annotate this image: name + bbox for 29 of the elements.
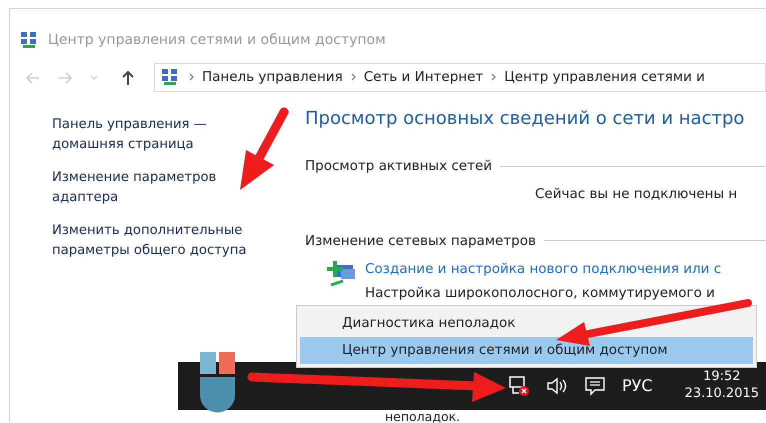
task-link[interactable]: Создание и настройка нового подключения или с: [365, 258, 722, 279]
language-indicator[interactable]: РУС: [622, 374, 653, 398]
breadcrumb[interactable]: Центр управления сетями и: [504, 66, 705, 88]
chevron-icon: [491, 73, 496, 81]
status-text: Сейчас вы не подключены н: [534, 185, 738, 204]
speaker-icon[interactable]: [546, 376, 568, 396]
chevron-icon: [189, 73, 194, 81]
sidebar-link[interactable]: Панель управления — домашняя страница: [52, 115, 272, 156]
page-heading: Просмотр основных сведений о сети и настро: [305, 107, 746, 131]
notification-icon[interactable]: [584, 376, 606, 396]
breadcrumb[interactable]: Сеть и Интернет: [364, 66, 484, 88]
chevron-icon: [350, 73, 356, 81]
window-title: Центр управления сетями и общим доступом: [48, 30, 386, 50]
section-title: Изменение сетевых параметров: [305, 232, 536, 250]
network-add-icon: [325, 258, 357, 289]
sidebar-link[interactable]: Изменить дополнительные параметры общего доступа: [52, 220, 272, 262]
address-bar[interactable]: Панель управления Сеть и Интернет Центр управления сетями и: [154, 62, 766, 92]
sidebar-link[interactable]: Изменение параметров адаптера: [52, 168, 272, 209]
menu-item[interactable]: Диагностика неполадок: [300, 310, 753, 337]
menu-item[interactable]: Центр управления сетями и общим доступом: [300, 337, 753, 364]
section-title: Просмотр активных сетей: [305, 157, 492, 176]
mouse-drawing: [200, 352, 235, 412]
network-error-icon[interactable]: [508, 375, 530, 397]
description-text: неполадок.: [385, 410, 460, 423]
task-description: Настройка широкополосного, коммутируемого и: [365, 284, 716, 303]
clock-date[interactable]: 23.10.2015: [684, 386, 760, 403]
clock-time[interactable]: 19:52: [684, 369, 760, 386]
up-icon[interactable]: [122, 70, 134, 86]
breadcrumb[interactable]: Панель управления: [202, 66, 343, 88]
